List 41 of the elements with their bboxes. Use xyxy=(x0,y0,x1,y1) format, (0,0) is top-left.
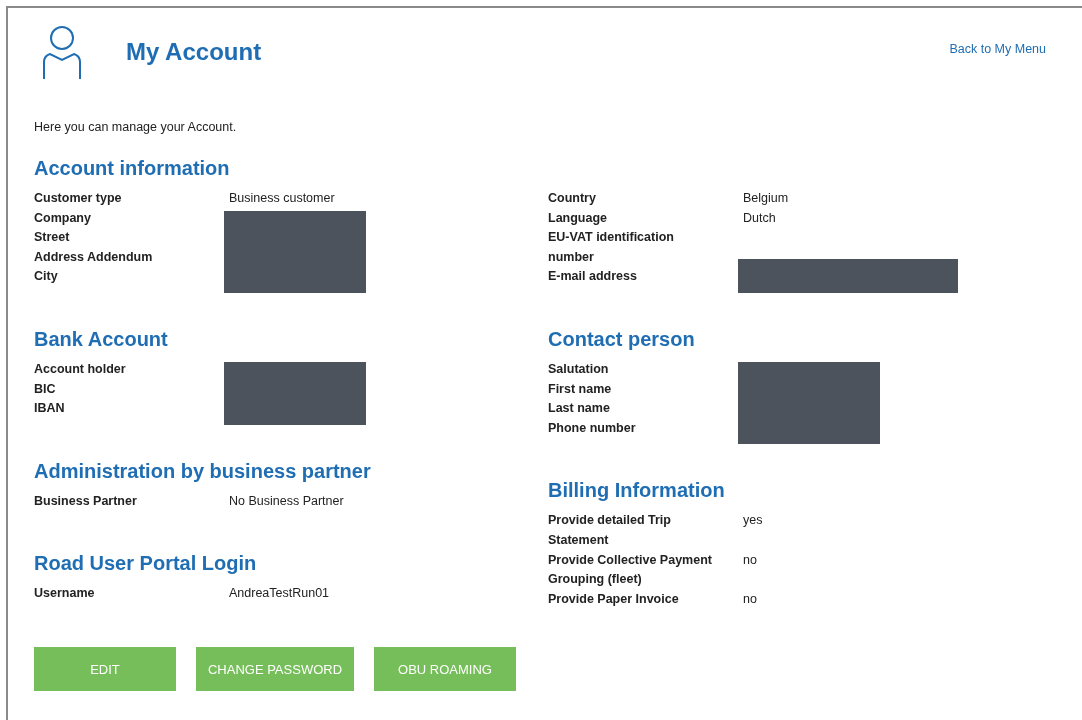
field-label: Country xyxy=(548,190,597,207)
section-heading: Contact person xyxy=(548,326,696,351)
field-value: No Business Partner xyxy=(229,492,345,510)
intro-text: Here you can manage your Account. xyxy=(34,120,238,134)
section-heading: Billing Information xyxy=(548,478,726,503)
field-label: Provide detailed Trip Statement xyxy=(548,512,672,549)
section-heading: Road User Portal Login xyxy=(34,551,258,576)
field-label: Salutation xyxy=(548,360,610,378)
field-value: no xyxy=(743,551,758,569)
action-button[interactable]: OBU ROAMING xyxy=(374,647,516,691)
section-heading: Administration by business partner xyxy=(34,458,372,483)
field-label: Phone number xyxy=(548,419,637,437)
section-heading: Bank Account xyxy=(34,326,169,351)
field-label: E-mail address xyxy=(548,268,638,286)
field-label: Language xyxy=(548,209,609,227)
field-value: yes xyxy=(743,512,764,530)
field-label: First name xyxy=(548,380,613,398)
section-heading: Account information xyxy=(34,156,231,180)
field-value: Belgium xyxy=(743,190,790,207)
action-button[interactable]: EDIT xyxy=(34,647,176,691)
field-label: Customer type xyxy=(34,190,123,207)
field-label: Street xyxy=(34,229,71,247)
field-label: Provide Paper Invoice xyxy=(548,590,680,608)
field-value: AndreaTestRun01 xyxy=(229,585,331,603)
field-value: Business customer xyxy=(229,190,336,207)
field-label: Account holder xyxy=(34,360,127,378)
field-label: EU-VAT identification number xyxy=(548,229,675,266)
action-button[interactable]: CHANGE PASSWORD xyxy=(196,647,354,691)
field-label: Provide Collective Payment Grouping (fleet) xyxy=(548,551,713,589)
field-label: Company xyxy=(34,209,92,227)
field-label: BIC xyxy=(34,380,57,398)
field-label: Username xyxy=(34,585,96,603)
field-label: Business Partner xyxy=(34,492,138,510)
back-link[interactable]: Back to My Menu xyxy=(949,42,1046,56)
field-label: Address Addendum xyxy=(34,248,154,266)
field-label: IBAN xyxy=(34,400,66,418)
page-title: My Account xyxy=(126,38,262,66)
field-label: City xyxy=(34,268,59,286)
field-label: Last name xyxy=(548,400,611,418)
field-value: no xyxy=(743,590,758,608)
field-value: Dutch xyxy=(743,209,777,227)
